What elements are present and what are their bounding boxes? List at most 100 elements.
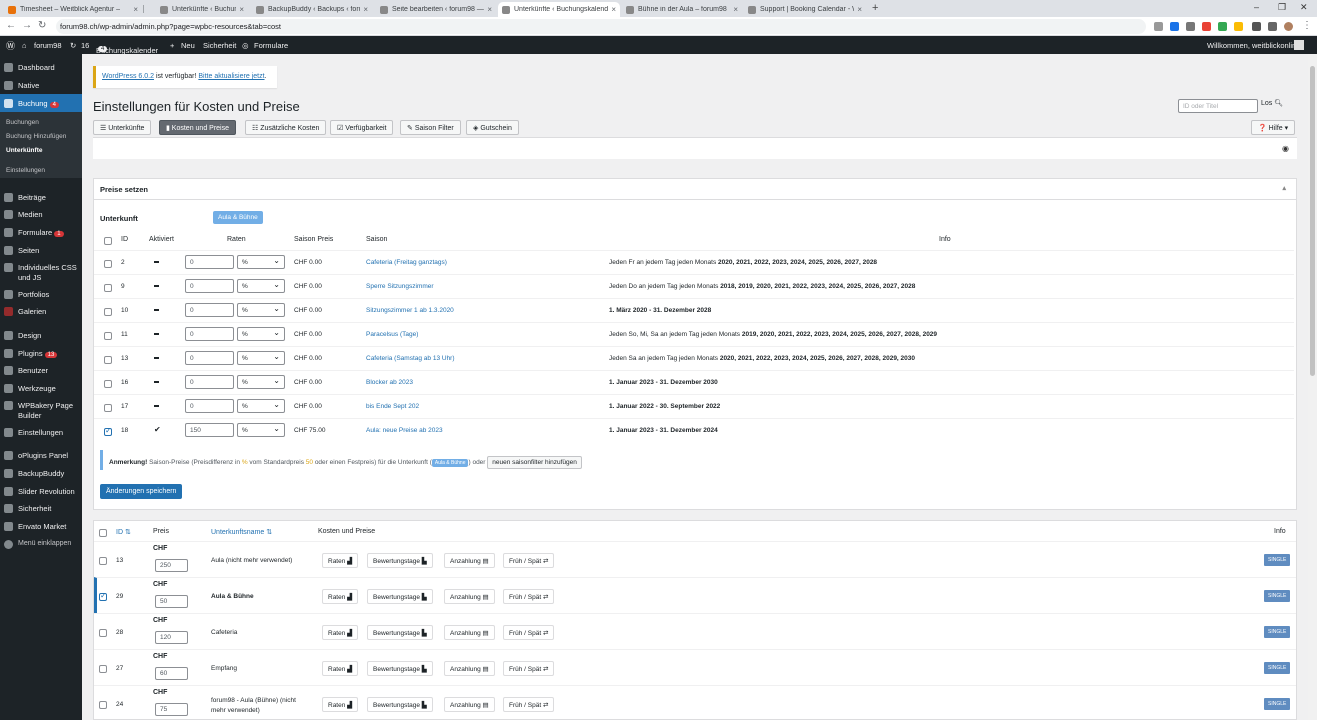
menu-individuelles-css[interactable]: Individuelles CSS und JS <box>0 263 82 283</box>
row-checkbox[interactable] <box>99 701 107 709</box>
menu-portfolios[interactable]: Portfolios <box>0 290 82 299</box>
valuation-days-button[interactable]: Bewertungstage ▙ <box>367 661 433 676</box>
rate-input[interactable]: 0 <box>185 255 234 269</box>
rate-unit-select[interactable]: % <box>237 423 285 437</box>
menu-dots-icon[interactable]: ⋮ <box>1302 20 1312 31</box>
season-link[interactable]: Paracelsus (Tage) <box>366 331 418 338</box>
inactive-dash[interactable] <box>154 307 159 314</box>
season-link[interactable]: Cafeteria (Freitag ganztags) <box>366 259 447 266</box>
menu-design[interactable]: Design <box>0 331 82 340</box>
valuation-days-button[interactable]: Bewertungstage ▙ <box>367 589 433 604</box>
url-text[interactable]: forum98.ch/wp-admin/admin.php?page=wpbc-… <box>60 22 281 31</box>
search-input[interactable]: ID oder Titel <box>1178 99 1258 113</box>
user-avatar[interactable] <box>1294 40 1304 50</box>
early-late-button[interactable]: Früh / Spät ⇄ <box>503 697 555 712</box>
page-scrollbar[interactable] <box>1308 54 1317 720</box>
sort-id-header[interactable]: ID ⇅ <box>116 528 131 536</box>
tab-kosten-und-preise[interactable]: ▮ Kosten und Preise <box>159 120 236 135</box>
close-tab-icon[interactable]: × <box>487 5 492 14</box>
select-all-checkbox[interactable] <box>99 529 107 537</box>
early-late-button[interactable]: Früh / Spät ⇄ <box>503 625 555 640</box>
row-checkbox[interactable] <box>104 356 112 364</box>
rates-button[interactable]: Raten ▟ <box>322 553 359 568</box>
close-tab-icon[interactable]: × <box>239 5 244 14</box>
menu-slider-revolution[interactable]: Slider Revolution <box>0 487 82 496</box>
deposit-button[interactable]: Anzahlung ▤ <box>444 625 495 640</box>
submenu-unterkuenfte[interactable]: Unterkünfte <box>6 147 42 154</box>
wordpress-version-link[interactable]: WordPress 6.0.2 <box>102 73 154 80</box>
rate-unit-select[interactable]: % <box>237 279 285 293</box>
row-checkbox[interactable] <box>104 308 112 316</box>
puzzle-icon[interactable] <box>1252 22 1261 31</box>
row-checkbox[interactable] <box>104 404 112 412</box>
rate-unit-select[interactable]: % <box>237 303 285 317</box>
early-late-button[interactable]: Früh / Spät ⇄ <box>503 661 555 676</box>
submenu-einstellungen[interactable]: Einstellungen <box>6 167 45 174</box>
menu-sicherheit[interactable]: Sicherheit <box>0 504 82 513</box>
row-checkbox-checked[interactable] <box>99 591 107 601</box>
rate-input[interactable]: 0 <box>185 279 234 293</box>
menu-wpbakery[interactable]: WPBakery Page Builder <box>0 401 82 421</box>
season-link[interactable]: Aula: neue Preise ab 2023 <box>366 427 443 434</box>
valuation-days-button[interactable]: Bewertungstage ▙ <box>367 625 433 640</box>
updates-icon[interactable]: ↻ <box>70 41 76 50</box>
menu-collapse[interactable]: Menü einklappen <box>0 540 82 549</box>
rate-unit-select[interactable]: % <box>237 255 285 269</box>
rate-unit-select[interactable]: % <box>237 351 285 365</box>
rate-input[interactable]: 0 <box>185 327 234 341</box>
rate-input[interactable]: 0 <box>185 399 234 413</box>
season-link[interactable]: Sperre Sitzungszimmer <box>366 283 434 290</box>
forms-link[interactable]: Formulare <box>254 41 288 50</box>
rates-button[interactable]: Raten ▟ <box>322 625 359 640</box>
deposit-button[interactable]: Anzahlung ▤ <box>444 661 495 676</box>
browser-tab[interactable]: Bühne in der Aula – forum98 × <box>622 2 742 17</box>
inactive-dash[interactable] <box>154 403 159 410</box>
scrollbar-thumb[interactable] <box>1310 66 1315 376</box>
extension-icon[interactable] <box>1170 22 1179 31</box>
price-input[interactable]: 75 <box>155 703 188 716</box>
browser-tab[interactable]: BackupBuddy ‹ Backups ‹ forum9× <box>252 2 372 17</box>
menu-envato[interactable]: Envato Market <box>0 522 82 531</box>
price-input[interactable]: 250 <box>155 559 188 572</box>
season-link[interactable]: Cafeteria (Samstag ab 13 Uhr) <box>366 355 455 362</box>
menu-werkzeuge[interactable]: Werkzeuge <box>0 384 82 393</box>
submenu-buchungen[interactable]: Buchungen <box>6 119 39 126</box>
menu-galerien[interactable]: Galerien <box>0 307 82 316</box>
season-link[interactable]: bis Ende Sept 202 <box>366 403 419 410</box>
rate-unit-select[interactable]: % <box>237 375 285 389</box>
row-checkbox[interactable] <box>99 629 107 637</box>
menu-benutzer[interactable]: Benutzer <box>0 366 82 375</box>
menu-buchung[interactable]: Buchung 4 <box>0 94 82 112</box>
rate-input[interactable]: 0 <box>185 303 234 317</box>
forward-icon[interactable]: → <box>22 20 32 31</box>
extension-icon[interactable] <box>1218 22 1227 31</box>
tab-saison-filter[interactable]: ✎ Saison Filter <box>400 120 461 135</box>
price-input[interactable]: 120 <box>155 631 188 644</box>
sort-name-header[interactable]: Unterkunftsname ⇅ <box>211 528 272 536</box>
tab-verfuegbarkeit[interactable]: ☑ Verfügbarkeit <box>330 120 394 135</box>
update-now-link[interactable]: Bitte aktualisiere jetzt <box>198 73 264 80</box>
menu-backupbuddy[interactable]: BackupBuddy <box>0 469 82 478</box>
rate-unit-select[interactable]: % <box>237 327 285 341</box>
rate-input[interactable]: 150 <box>185 423 234 437</box>
season-link[interactable]: Blocker ab 2023 <box>366 379 413 386</box>
submenu-buchung-hinzufuegen[interactable]: Buchung Hinzufügen <box>6 133 66 140</box>
inactive-dash[interactable] <box>154 259 159 266</box>
inactive-dash[interactable] <box>154 283 159 290</box>
rate-input[interactable]: 0 <box>185 351 234 365</box>
menu-beitraege[interactable]: Beiträge <box>0 193 82 202</box>
rate-unit-select[interactable]: % <box>237 399 285 413</box>
security-link[interactable]: Sicherheit <box>203 41 236 50</box>
menu-plugins[interactable]: Plugins 13 <box>0 349 82 358</box>
close-tab-icon[interactable]: × <box>363 5 368 14</box>
deposit-button[interactable]: Anzahlung ▤ <box>444 697 495 712</box>
eye-icon[interactable]: ◉ <box>1282 144 1289 153</box>
tab-zusaetzliche-kosten[interactable]: ☷ Zusätzliche Kosten <box>245 120 327 135</box>
close-tab-icon[interactable]: × <box>611 5 616 14</box>
browser-tab[interactable]: Unterkünfte ‹ Buchungskalende× <box>156 2 248 17</box>
minimize-icon[interactable]: – <box>1254 2 1259 12</box>
row-checkbox[interactable] <box>104 332 112 340</box>
browser-tab[interactable]: Support | Booking Calendar - W × <box>744 2 866 17</box>
menu-oplugins[interactable]: oPlugins Panel <box>0 451 82 460</box>
maximize-icon[interactable]: ❐ <box>1278 2 1286 13</box>
